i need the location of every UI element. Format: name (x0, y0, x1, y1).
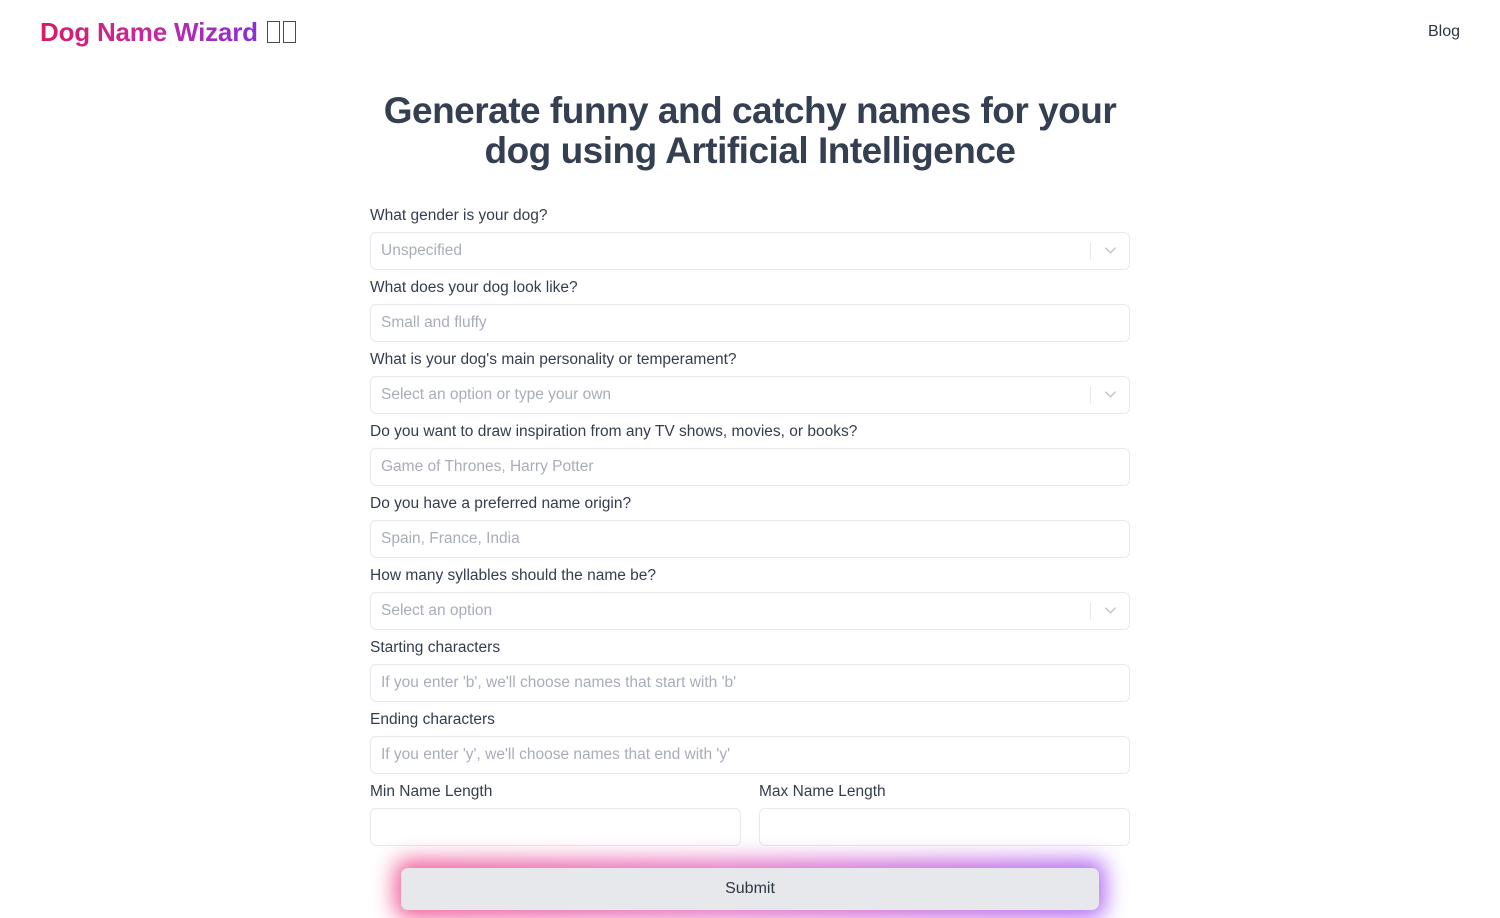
select-personality[interactable]: Select an option or type your own (370, 375, 1130, 414)
select-gender[interactable]: Unspecified (370, 231, 1130, 270)
label-syllables: How many syllables should the name be? (370, 566, 657, 584)
name-origin-input[interactable] (370, 519, 1130, 558)
ending-characters-input[interactable] (370, 735, 1130, 774)
label-personality: What is your dog's main personality or t… (370, 350, 737, 368)
select-personality-value: Select an option or type your own (381, 385, 612, 403)
select-syllables-value: Select an option (381, 601, 493, 619)
nav-link-blog[interactable]: Blog (1428, 23, 1460, 41)
label-inspiration: Do you want to draw inspiration from any… (370, 422, 858, 440)
main-content: Generate funny and catchy names for your… (0, 64, 1500, 918)
min-name-length-input[interactable] (370, 807, 741, 846)
label-gender: What gender is your dog? (370, 206, 548, 224)
field-gender: What gender is your dog? Unspecified (370, 205, 1130, 270)
brand-logo[interactable]: Dog Name Wizard (40, 17, 296, 48)
appearance-input[interactable] (370, 303, 1130, 342)
field-max-name-length: Max Name Length (759, 781, 1130, 846)
dog-emoji-icon (266, 21, 296, 43)
label-starting-characters: Starting characters (370, 638, 501, 656)
field-ending-characters: Ending characters (370, 709, 1130, 774)
label-ending-characters: Ending characters (370, 710, 495, 728)
site-header: Dog Name Wizard Blog (0, 0, 1500, 64)
field-starting-characters: Starting characters (370, 637, 1130, 702)
chevron-down-icon[interactable] (1091, 241, 1129, 260)
missing-glyph-box (266, 21, 280, 43)
starting-characters-input[interactable] (370, 663, 1130, 702)
page-title: Generate funny and catchy names for your… (383, 90, 1117, 172)
max-name-length-input[interactable] (759, 807, 1130, 846)
dog-name-form: What gender is your dog? Unspecified Wha… (370, 205, 1130, 918)
missing-glyph-box (282, 21, 296, 43)
chevron-down-icon[interactable] (1091, 601, 1129, 620)
field-appearance: What does your dog look like? (370, 277, 1130, 342)
select-gender-value: Unspecified (381, 241, 462, 259)
field-name-origin: Do you have a preferred name origin? (370, 493, 1130, 558)
field-syllables: How many syllables should the name be? S… (370, 565, 1130, 630)
name-length-row: Min Name Length Max Name Length (370, 781, 1130, 846)
chevron-down-icon[interactable] (1091, 385, 1129, 404)
inspiration-input[interactable] (370, 447, 1130, 486)
submit-button-wrapper: Submit (395, 859, 1105, 918)
brand-title: Dog Name Wizard (40, 16, 258, 47)
header-nav: Blog (1428, 23, 1460, 41)
submit-button[interactable]: Submit (401, 867, 1099, 910)
select-syllables[interactable]: Select an option (370, 591, 1130, 630)
field-min-name-length: Min Name Length (370, 781, 741, 846)
field-inspiration: Do you want to draw inspiration from any… (370, 421, 1130, 486)
label-max-name-length: Max Name Length (759, 782, 886, 800)
label-name-origin: Do you have a preferred name origin? (370, 494, 632, 512)
label-appearance: What does your dog look like? (370, 278, 578, 296)
field-personality: What is your dog's main personality or t… (370, 349, 1130, 414)
label-min-name-length: Min Name Length (370, 782, 493, 800)
